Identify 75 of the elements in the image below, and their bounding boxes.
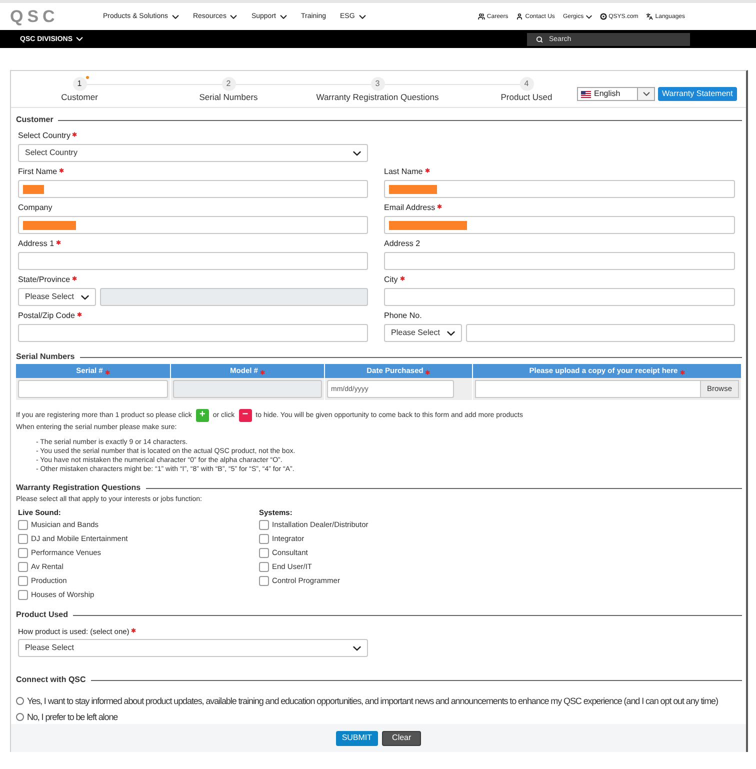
section-title: Warranty Registration Questions — [16, 482, 141, 494]
field-label: Address 1 — [18, 238, 54, 250]
chevron-down-icon — [280, 14, 287, 18]
field-label: Address 2 — [384, 238, 420, 250]
field-label: Phone No. — [384, 310, 422, 322]
field-label: City — [384, 274, 398, 286]
checkbox[interactable] — [259, 576, 269, 586]
field-label: Last Name — [384, 166, 423, 178]
step-label[interactable]: Customer — [61, 92, 98, 103]
search-icon — [536, 36, 543, 42]
checkbox[interactable] — [18, 534, 28, 544]
text-field[interactable] — [384, 288, 735, 306]
ring-icon — [600, 13, 607, 20]
chevron-down-icon — [81, 294, 89, 300]
chevron-down-icon — [642, 92, 650, 96]
dropdown-select[interactable]: Please Select — [18, 288, 96, 306]
section-title: Connect with QSC — [16, 674, 86, 686]
radio-label: No, I prefer to be left alone — [27, 711, 118, 723]
text-field[interactable] — [384, 180, 735, 198]
dropdown-select[interactable]: Select Country — [18, 144, 368, 162]
checkbox[interactable] — [259, 548, 269, 558]
step-label[interactable]: Serial Numbers — [199, 92, 258, 103]
text-field[interactable] — [18, 216, 368, 234]
flag-icon — [581, 90, 591, 98]
chevron-down-icon — [353, 150, 361, 156]
chevron-down-icon — [353, 646, 361, 650]
clear-button[interactable]: Clear — [382, 730, 422, 746]
dropdown-select[interactable]: Please Select — [384, 324, 462, 342]
step-label[interactable]: Warranty Registration Questions — [316, 92, 439, 103]
text-field[interactable] — [18, 324, 368, 342]
checkbox[interactable] — [18, 590, 28, 600]
radio-button[interactable] — [16, 697, 24, 705]
checkbox[interactable] — [18, 520, 28, 530]
dropdown-select[interactable]: Please Select — [18, 639, 368, 657]
text-field[interactable] — [466, 324, 735, 342]
step-number[interactable]: 1 — [72, 77, 86, 91]
text-field[interactable] — [384, 216, 735, 234]
text-field[interactable] — [18, 180, 368, 198]
checkbox[interactable] — [18, 548, 28, 558]
chevron-down-icon — [358, 14, 366, 18]
checkbox[interactable] — [259, 562, 269, 572]
field-label: Company — [18, 202, 52, 214]
chevron-down-icon — [76, 37, 83, 41]
radio-button[interactable] — [16, 713, 24, 721]
section-title: Product Used — [16, 609, 68, 621]
language-select[interactable]: English — [577, 87, 655, 101]
field-label: Select Country — [18, 130, 70, 142]
remove-product-button[interactable]: − — [238, 408, 252, 422]
section-title: Customer — [16, 114, 54, 126]
chevron-down-icon — [172, 14, 179, 18]
translate-icon — [646, 13, 654, 20]
field-label: Postal/Zip Code — [18, 310, 75, 322]
field-label: State/Province — [18, 274, 70, 286]
file-path-field[interactable] — [475, 380, 701, 398]
chevron-down-icon — [447, 330, 455, 336]
chevron-down-icon — [230, 14, 238, 18]
text-field[interactable] — [384, 252, 735, 270]
submit-button[interactable]: SUBMIT — [336, 730, 378, 746]
step-number[interactable]: 3 — [370, 77, 384, 91]
people-icon — [478, 13, 485, 20]
person-icon — [516, 13, 524, 20]
checkbox[interactable] — [18, 576, 28, 586]
chevron-down-icon — [586, 14, 592, 18]
radio-label: Yes, I want to stay informed about product updates, available training and education opportunities, and important news and announcements to enhance my QSC experience (and I can opt out any time) — [27, 695, 718, 707]
field-label: First Name — [18, 166, 58, 178]
checkbox[interactable] — [18, 562, 28, 572]
step-label[interactable]: Product Used — [500, 92, 552, 103]
checkbox[interactable] — [259, 520, 269, 530]
text-field[interactable] — [18, 252, 368, 270]
step-number[interactable]: 4 — [520, 77, 534, 91]
field-label: Email Address — [384, 202, 436, 214]
section-title: Serial Numbers — [16, 351, 75, 363]
checkbox[interactable] — [259, 534, 269, 544]
step-number[interactable]: 2 — [222, 77, 236, 91]
warranty-statement-button[interactable]: Warranty Statement — [658, 87, 737, 101]
